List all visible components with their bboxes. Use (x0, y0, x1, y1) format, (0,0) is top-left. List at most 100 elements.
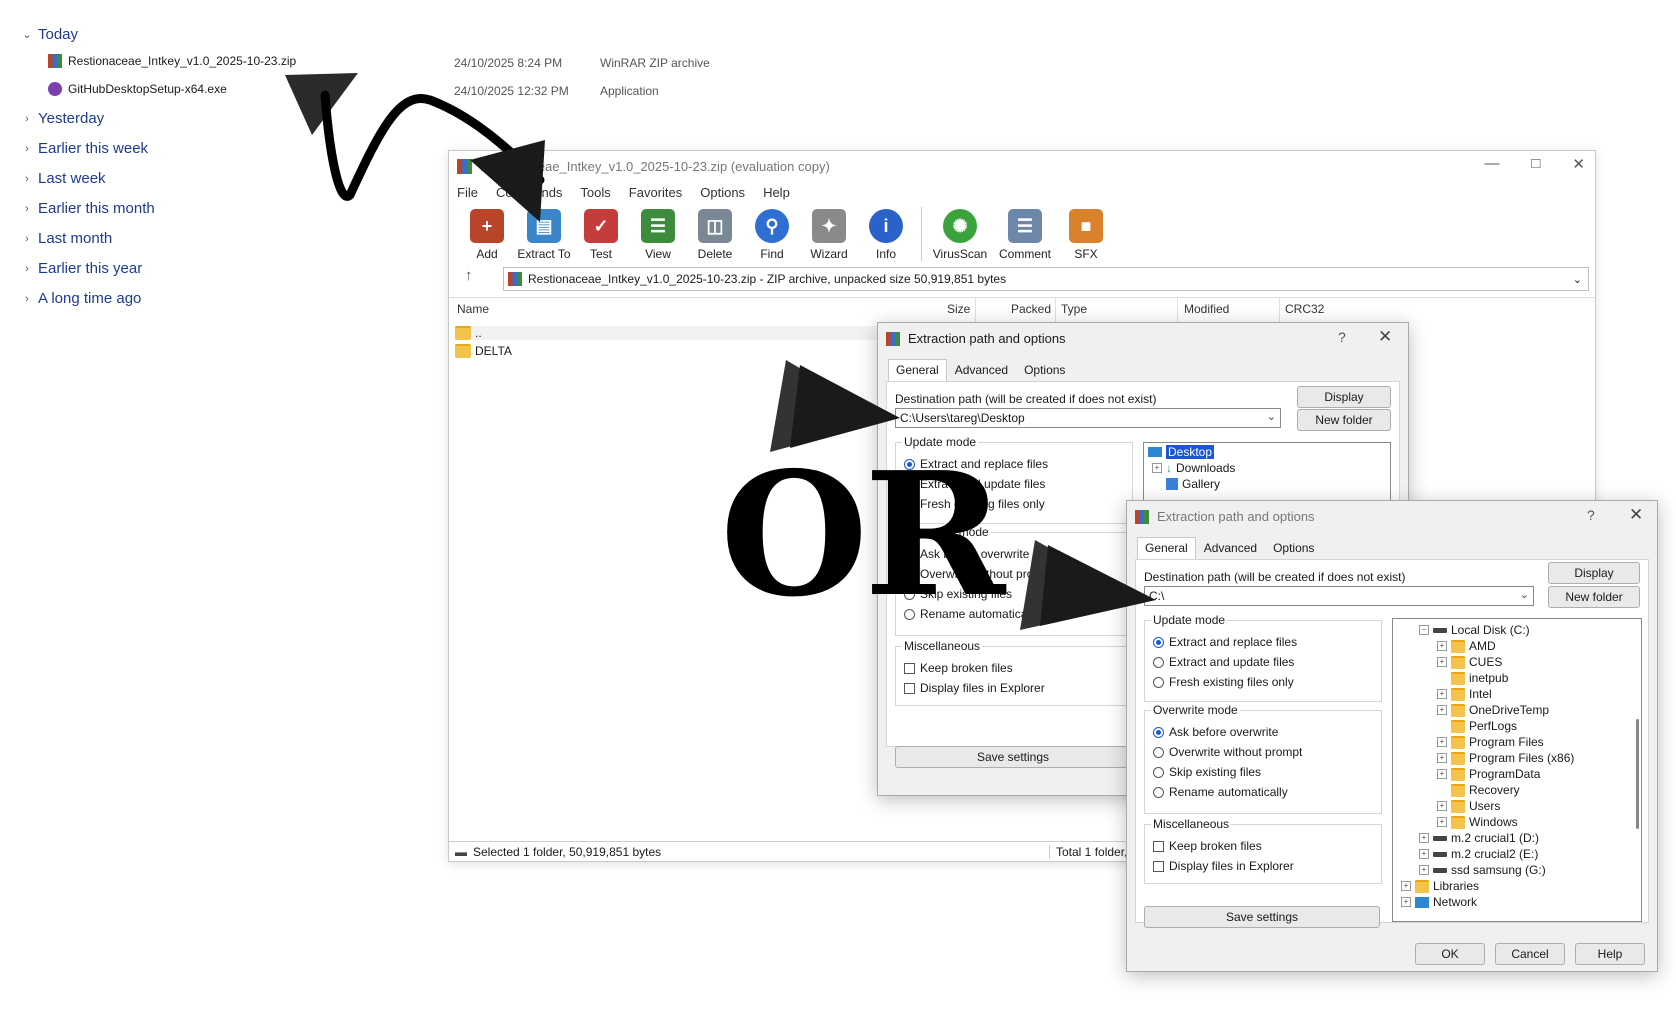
tab-general[interactable]: General (1137, 537, 1196, 559)
expand-icon[interactable]: + (1437, 689, 1447, 699)
comment-button[interactable]: ☰ Comment (993, 209, 1057, 261)
new-folder-button[interactable]: New folder (1297, 409, 1391, 431)
info-button[interactable]: i Info (858, 209, 914, 261)
add-button[interactable]: + Add (459, 209, 515, 261)
expand-icon[interactable]: + (1401, 897, 1411, 907)
tree-item-folder[interactable]: + OneDriveTemp (1437, 703, 1549, 717)
tree-item-folder[interactable]: + ProgramData (1437, 767, 1540, 781)
group-long-time-ago[interactable]: › A long time ago (22, 290, 141, 307)
group-yesterday[interactable]: › Yesterday (22, 110, 104, 127)
tree-item-downloads[interactable]: + ↓ Downloads (1152, 461, 1235, 475)
tab-options[interactable]: Options (1016, 359, 1073, 381)
expand-icon[interactable]: + (1401, 881, 1411, 891)
expand-icon[interactable]: + (1419, 849, 1429, 859)
check-display-explorer[interactable]: Display files in Explorer (904, 681, 1045, 695)
ok-button[interactable]: OK (1415, 943, 1485, 965)
expand-icon[interactable]: + (1419, 865, 1429, 875)
file-row-exe[interactable]: GitHubDesktopSetup-x64.exe (48, 82, 227, 96)
help-button[interactable]: Help (1575, 943, 1645, 965)
radio-extract-replace[interactable]: Extract and replace files (1153, 635, 1297, 649)
cancel-button[interactable]: Cancel (1495, 943, 1565, 965)
menu-options[interactable]: Options (700, 185, 745, 200)
tab-advanced[interactable]: Advanced (1196, 537, 1265, 559)
tree-item-folder[interactable]: + Users (1437, 799, 1500, 813)
minimize-icon[interactable]: — (1484, 155, 1499, 173)
tree-item-folder[interactable]: inetpub (1451, 671, 1508, 685)
menu-favorites[interactable]: Favorites (629, 185, 682, 200)
column-size[interactable]: Size (947, 302, 970, 316)
group-last-month[interactable]: › Last month (22, 230, 112, 247)
tree-item-folder[interactable]: + Program Files (1437, 735, 1544, 749)
folder-tree[interactable]: Desktop + ↓ Downloads Gallery (1143, 442, 1391, 504)
tree-item-folder[interactable]: + Windows (1437, 815, 1518, 829)
radio-overwrite-no-prompt[interactable]: Overwrite without prompt (1153, 745, 1302, 759)
tree-scrollbar[interactable] (1636, 719, 1639, 829)
radio-skip-existing[interactable]: Skip existing files (1153, 765, 1261, 779)
radio-rename-auto[interactable]: Rename automatically (1153, 785, 1288, 799)
chevron-down-icon[interactable]: ⌄ (1520, 588, 1529, 601)
check-keep-broken[interactable]: Keep broken files (904, 661, 1013, 675)
column-packed[interactable]: Packed (1011, 302, 1051, 316)
expand-icon[interactable]: + (1152, 463, 1162, 473)
radio-fresh-existing[interactable]: Fresh existing files only (1153, 675, 1294, 689)
chevron-down-icon[interactable]: ⌄ (1573, 273, 1582, 286)
find-button[interactable]: ⚲ Find (744, 209, 800, 261)
file-row-zip[interactable]: Restionaceae_Intkey_v1.0_2025-10-23.zip (48, 54, 296, 68)
tree-item-folder[interactable]: PerfLogs (1451, 719, 1517, 733)
sfx-button[interactable]: ■ SFX (1058, 209, 1114, 261)
tree-item-folder[interactable]: Recovery (1451, 783, 1520, 797)
tree-item-folder[interactable]: + Intel (1437, 687, 1492, 701)
folder-tree[interactable]: − Local Disk (C:) + AMD + CUES inetpub + Int… (1392, 618, 1642, 922)
tree-item-drive[interactable]: + m.2 crucial2 (E:) (1419, 847, 1538, 861)
save-settings-button[interactable]: Save settings (895, 746, 1131, 768)
group-earlier-this-year[interactable]: › Earlier this year (22, 260, 142, 277)
tab-options[interactable]: Options (1265, 537, 1322, 559)
tree-item-drive[interactable]: + m.2 crucial1 (D:) (1419, 831, 1539, 845)
group-today[interactable]: ⌄ Today (22, 26, 78, 43)
group-earlier-this-week[interactable]: › Earlier this week (22, 140, 148, 157)
expand-icon[interactable]: + (1437, 801, 1447, 811)
save-settings-button[interactable]: Save settings (1144, 906, 1380, 928)
column-modified[interactable]: Modified (1184, 302, 1229, 316)
expand-icon[interactable]: + (1437, 705, 1447, 715)
tree-item-folder[interactable]: + CUES (1437, 655, 1502, 669)
view-button[interactable]: ☰ View (630, 209, 686, 261)
virusscan-button[interactable]: ✺ VirusScan (928, 209, 992, 261)
radio-ask-overwrite[interactable]: Ask before overwrite (1153, 725, 1278, 739)
check-keep-broken[interactable]: Keep broken files (1153, 839, 1262, 853)
expand-icon[interactable]: + (1437, 641, 1447, 651)
extract-to-button[interactable]: ▤ Extract To (516, 209, 572, 261)
expand-icon[interactable]: + (1419, 833, 1429, 843)
tree-item-local-disk[interactable]: − Local Disk (C:) (1419, 623, 1530, 637)
expand-icon[interactable]: + (1437, 769, 1447, 779)
tree-item-folder[interactable]: + Program Files (x86) (1437, 751, 1574, 765)
display-button[interactable]: Display (1297, 386, 1391, 408)
expand-icon[interactable]: + (1437, 657, 1447, 667)
expand-icon[interactable]: + (1437, 737, 1447, 747)
test-button[interactable]: ✓ Test (573, 209, 629, 261)
close-icon[interactable]: ✕ (1378, 327, 1392, 347)
help-question-icon[interactable]: ? (1338, 329, 1346, 345)
column-type[interactable]: Type (1061, 302, 1087, 316)
menu-file[interactable]: File (457, 185, 478, 200)
tree-item-drive[interactable]: + ssd samsung (G:) (1419, 863, 1546, 877)
tree-item-folder[interactable]: + AMD (1437, 639, 1496, 653)
dest-path-combo[interactable]: C:\ ⌄ (1144, 586, 1534, 606)
tree-item-desktop[interactable]: Desktop (1148, 445, 1215, 459)
wizard-button[interactable]: ✦ Wizard (801, 209, 857, 261)
tree-item-libraries[interactable]: + Libraries (1401, 879, 1479, 893)
chevron-down-icon[interactable]: ⌄ (1267, 410, 1276, 423)
expand-icon[interactable]: + (1437, 817, 1447, 827)
new-folder-button[interactable]: New folder (1548, 586, 1640, 608)
menu-help[interactable]: Help (763, 185, 790, 200)
close-icon[interactable]: ✕ (1629, 505, 1643, 525)
check-display-explorer[interactable]: Display files in Explorer (1153, 859, 1294, 873)
up-level-icon[interactable]: ↑ (465, 267, 473, 284)
dest-path-combo[interactable]: C:\Users\tareg\Desktop ⌄ (895, 408, 1281, 428)
expand-icon[interactable]: + (1437, 753, 1447, 763)
display-button[interactable]: Display (1548, 562, 1640, 584)
column-name[interactable]: Name (457, 302, 489, 316)
menu-tools[interactable]: Tools (580, 185, 610, 200)
tab-advanced[interactable]: Advanced (947, 359, 1016, 381)
collapse-icon[interactable]: − (1419, 625, 1429, 635)
